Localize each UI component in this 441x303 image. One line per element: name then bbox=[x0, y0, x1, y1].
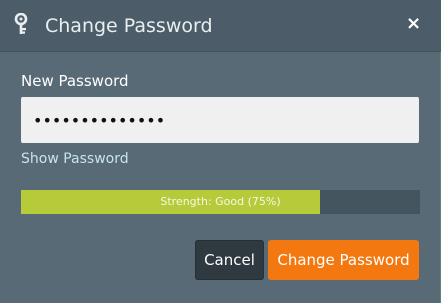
show-password-link[interactable]: Show Password bbox=[21, 150, 129, 168]
change-password-button[interactable]: Change Password bbox=[268, 240, 419, 280]
cancel-button[interactable]: Cancel bbox=[195, 240, 264, 280]
new-password-label: New Password bbox=[21, 72, 129, 90]
dialog-title: Change Password bbox=[45, 15, 213, 37]
close-icon[interactable]: × bbox=[406, 15, 421, 33]
key-icon bbox=[14, 12, 34, 35]
strength-label: Strength: Good (75%) bbox=[160, 195, 281, 208]
dialog-header: Change Password × bbox=[0, 0, 441, 52]
new-password-input[interactable] bbox=[21, 97, 419, 143]
change-password-dialog: Change Password × New Password Show Pass… bbox=[0, 0, 441, 303]
